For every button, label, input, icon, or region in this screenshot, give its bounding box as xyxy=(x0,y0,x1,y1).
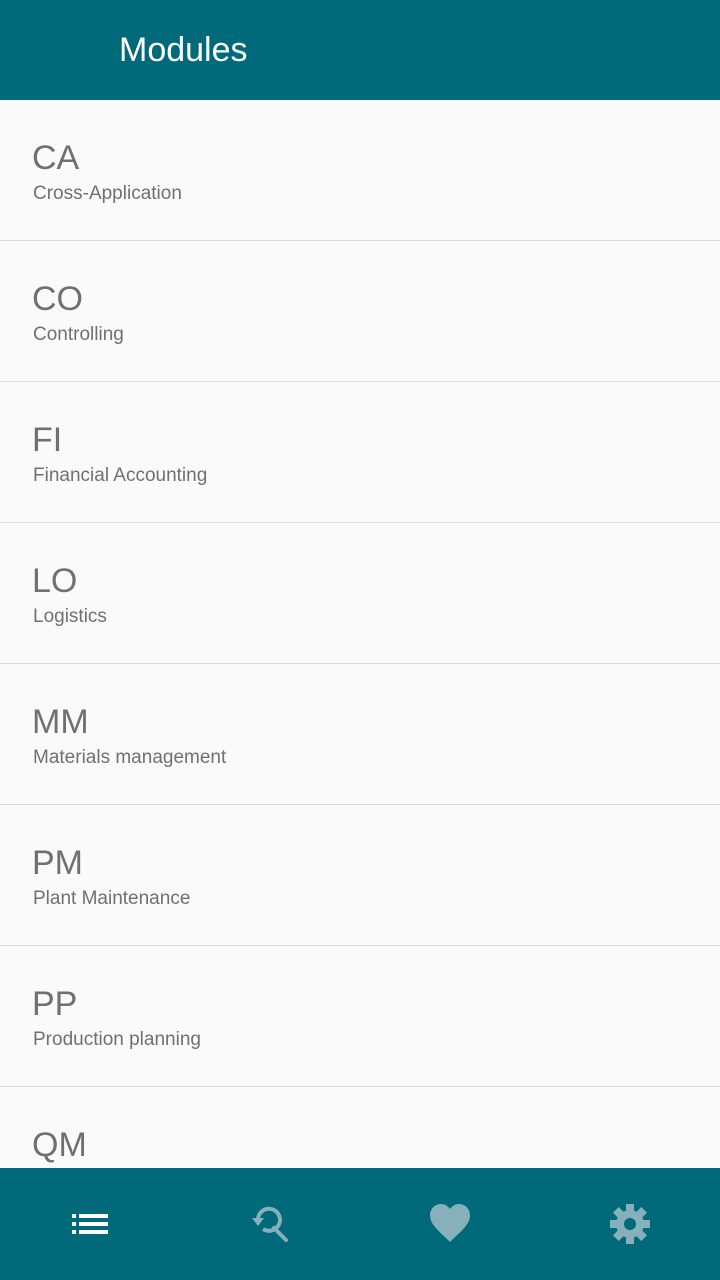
app-bar: Modules xyxy=(0,0,720,100)
modules-list[interactable]: CA Cross-Application CO Controlling FI F… xyxy=(0,100,720,1168)
module-code: FI xyxy=(32,421,63,459)
list-item-pm[interactable]: PM Plant Maintenance xyxy=(0,805,720,946)
list-item-pp[interactable]: PP Production planning xyxy=(0,946,720,1087)
nav-modules-button[interactable] xyxy=(0,1168,180,1280)
list-item-mm[interactable]: MM Materials management xyxy=(0,664,720,805)
page-title: Modules xyxy=(119,31,248,69)
module-name: Logistics xyxy=(33,606,107,627)
module-name: Controlling xyxy=(33,324,124,345)
heart-icon xyxy=(430,1204,470,1242)
module-name: Cross-Application xyxy=(33,183,182,204)
search-history-icon xyxy=(252,1206,288,1242)
list-item-ca[interactable]: CA Cross-Application xyxy=(0,100,720,241)
bottom-navigation xyxy=(0,1168,720,1280)
module-code: QM xyxy=(32,1126,87,1164)
list-item-lo[interactable]: LO Logistics xyxy=(0,523,720,664)
list-item-co[interactable]: CO Controlling xyxy=(0,241,720,382)
module-code: CA xyxy=(32,139,80,177)
module-name: Financial Accounting xyxy=(33,465,208,486)
nav-settings-button[interactable] xyxy=(540,1168,720,1280)
module-name: Materials management xyxy=(33,747,227,768)
gear-icon xyxy=(610,1204,650,1244)
module-code: PM xyxy=(32,844,83,882)
list-item-fi[interactable]: FI Financial Accounting xyxy=(0,382,720,523)
module-code: MM xyxy=(32,703,89,741)
module-name: Production planning xyxy=(33,1029,201,1050)
list-icon xyxy=(72,1214,108,1234)
nav-search-history-button[interactable] xyxy=(180,1168,360,1280)
module-code: CO xyxy=(32,280,83,318)
nav-favorites-button[interactable] xyxy=(360,1168,540,1280)
list-item-qm[interactable]: QM xyxy=(0,1087,720,1168)
module-name: Plant Maintenance xyxy=(33,888,191,909)
module-code: LO xyxy=(32,562,78,600)
module-code: PP xyxy=(32,985,78,1023)
